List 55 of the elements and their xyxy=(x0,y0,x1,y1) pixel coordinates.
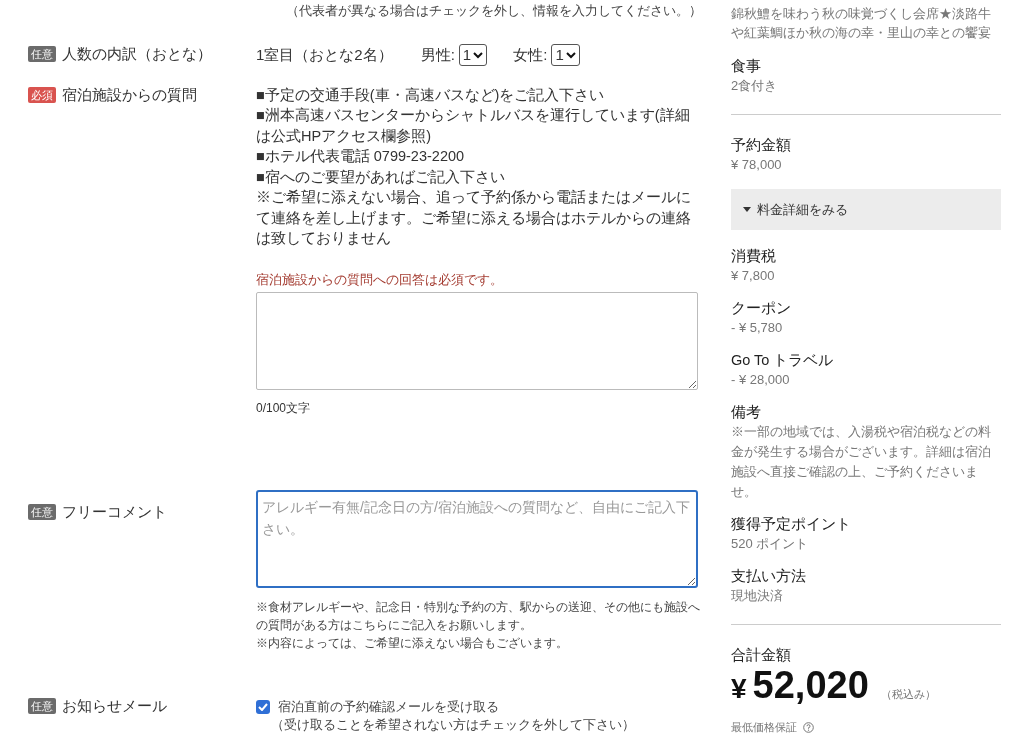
field-label: フリーコメント xyxy=(62,501,167,522)
summary-value: 2食付き xyxy=(731,77,779,95)
summary-label: 消費税 xyxy=(731,247,777,266)
required-badge: 必須 xyxy=(28,86,56,103)
instruction-text: ■宿へのご要望があればご記入下さい xyxy=(256,167,506,187)
summary-label: 獲得予定ポイント xyxy=(731,515,852,534)
instruction-text: ■ホテル代表電話 0799-23-2200 xyxy=(256,147,466,166)
currency-symbol: ¥ xyxy=(731,672,747,706)
select-label: 男性: xyxy=(420,45,455,65)
dropdown[interactable]: 1 xyxy=(458,44,488,67)
checkbox-label[interactable]: 宿泊直前の予約確認メールを受け取る xyxy=(278,697,499,716)
optional-badge: 任意 xyxy=(28,697,56,714)
caret-down-icon xyxy=(743,207,751,212)
field-label: 人数の内訳（おとな） xyxy=(62,44,212,64)
summary-value: - ¥ 5,780 xyxy=(731,319,784,337)
summary-label: Go To トラベル xyxy=(731,351,835,370)
summary-label: 備考 xyxy=(731,403,762,422)
summary-value: ※一部の地域では、入湯税や宿泊税などの料金が発生する場合がございます。詳細は宿泊施設へ直接ご確認の上、ご予約くださいませ。 xyxy=(731,423,992,501)
summary-value: ¥ 7,800 xyxy=(731,267,776,285)
room-label: 1室目（おとな2名） xyxy=(256,45,393,66)
answer-box[interactable] xyxy=(256,291,698,390)
summary-value: - ¥ 28,000 xyxy=(731,371,791,389)
optional-badge: 任意 xyxy=(28,46,56,62)
instruction-text: ※ご希望に添えない場合、追って予約係から電話またはメールにて連絡を差し上げます。ご希望に添える場合はホテルからの連絡は致しておりません xyxy=(256,188,692,248)
optional-badge: 任意 xyxy=(28,503,56,520)
field-label: お知らせメール xyxy=(62,695,167,716)
summary-label: 支払い方法 xyxy=(731,567,807,586)
details-button[interactable]: 料金詳細をみる xyxy=(731,189,1001,230)
hint-text: （受け取ることを希望されない方はチェックを外して下さい） xyxy=(270,716,636,734)
total-label: 合計金額 xyxy=(731,646,792,665)
field-label: 宿泊施設からの質問 xyxy=(62,84,197,105)
tax-note: （税込み） xyxy=(880,687,936,702)
summary-label: クーポン xyxy=(731,299,792,318)
error-message: 宿泊施設からの質問への回答は必須です。 xyxy=(256,270,504,289)
character-counter: 0/100文字 xyxy=(256,399,312,416)
note-text: ※内容によっては、ご希望に添えない場合もございます。 xyxy=(256,634,569,652)
select-label: 女性: xyxy=(513,45,548,65)
summary-value: ¥ 78,000 xyxy=(731,156,783,174)
summary-value: 現地決済 xyxy=(731,587,784,605)
chevron-down-icon xyxy=(473,51,484,59)
summary-label: 食事 xyxy=(731,57,762,76)
comment-field[interactable]: アレルギー有無/記念日の方/宿泊施設への質問など、自由にご記入下さい。 xyxy=(256,489,698,588)
dropdown[interactable]: 1 xyxy=(551,44,580,67)
instruction-text: ■洲本高速バスセンターからシャトルバスを運行しています(詳細は公式HPアクセス欄参照) xyxy=(256,106,691,146)
helper-note: （代表者が異なる場合はチェックを外し、情報を入力してください。） xyxy=(285,2,702,20)
guarantee-link[interactable]: 最低価格保証 xyxy=(731,719,797,736)
instruction-text: ■予定の交通手段(車・高速バスなど)をご記入下さい xyxy=(256,85,606,105)
summary-label: 予約金額 xyxy=(731,136,792,155)
help-icon[interactable] xyxy=(803,721,814,733)
note-text: ※食材アレルギーや、記念日・特別な予約の方、駅からの送迎、その他にも施設への質問がある方はこちらにご記入をお願いします。 xyxy=(256,598,701,634)
chevron-down-icon xyxy=(565,51,576,59)
checkbox[interactable] xyxy=(256,699,270,714)
summary-value: 520 ポイント xyxy=(731,535,810,553)
plan-description: 錦秋鱧を味わう秋の味覚づくし会席★淡路牛や紅葉鯛ほか秋の海の幸・里山の幸との饗宴 xyxy=(731,5,992,42)
total-amount: 52,020 xyxy=(752,665,869,705)
